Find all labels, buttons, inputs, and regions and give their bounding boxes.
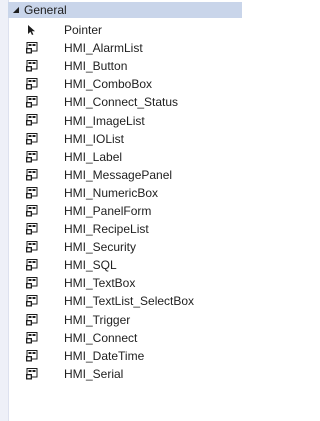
toolbox-item-label: HMI_DateTime <box>64 348 145 363</box>
toolbox-item[interactable]: HMI_Serial <box>8 365 242 383</box>
component-icon <box>25 223 39 235</box>
toolbox-item[interactable]: HMI_Security <box>8 238 242 256</box>
toolbox-item[interactable]: HMI_DateTime <box>8 347 242 365</box>
toolbox-item[interactable]: HMI_ImageList <box>8 111 242 129</box>
component-icon <box>25 313 39 326</box>
toolbox-item[interactable]: HMI_Button <box>8 57 242 75</box>
toolbox-item-label: HMI_RecipeList <box>64 222 149 237</box>
toolbox-item-label: HMI_MessagePanel <box>64 167 173 182</box>
component-icon <box>25 277 39 289</box>
component-icon <box>25 331 39 344</box>
toolbox-item[interactable]: HMI_NumericBox <box>8 184 242 202</box>
toolbox-item-label: HMI_TextList_SelectBox <box>64 294 195 309</box>
toolbox-item-label: HMI_NumericBox <box>64 185 159 200</box>
component-icon <box>25 42 39 54</box>
component-icon <box>25 60 39 72</box>
component-icon <box>25 186 39 199</box>
component-icon <box>25 259 39 271</box>
toolbox-item[interactable]: HMI_TextList_SelectBox <box>8 292 242 310</box>
toolbox-item-label: HMI_Serial <box>64 366 124 381</box>
component-icon <box>25 96 39 108</box>
group-label: General <box>24 3 67 17</box>
toolbox-item[interactable]: HMI_RecipeList <box>8 220 242 238</box>
toolbox-item[interactable]: HMI_MessagePanel <box>8 166 242 184</box>
component-icon <box>25 78 39 90</box>
toolbox-item-label: HMI_SQL <box>64 258 117 273</box>
component-icon <box>25 168 39 181</box>
component-icon <box>25 349 39 362</box>
toolbox-item-label: HMI_Security <box>64 240 137 255</box>
component-icon <box>25 295 39 307</box>
toolbox-item-label: HMI_Connect_Status <box>64 95 179 110</box>
toolbox-item-label: HMI_TextBox <box>64 276 136 291</box>
toolbox-item-label: HMI_Trigger <box>64 312 131 327</box>
component-icon <box>25 150 39 163</box>
pointer-icon <box>25 24 39 36</box>
toolbox-item-label: HMI_ImageList <box>64 113 145 128</box>
toolbox-item-label: HMI_IOList <box>64 131 125 146</box>
toolbox-item[interactable]: HMI_TextBox <box>8 274 242 292</box>
toolbox-item[interactable]: HMI_Connect <box>8 329 242 347</box>
toolbox-panel: ◢ General Pointer HMI_AlarmList HMI_Button… <box>0 0 242 421</box>
toolbox-item[interactable]: HMI_Trigger <box>8 311 242 329</box>
toolbox-item-label: HMI_ComboBox <box>64 77 153 92</box>
toolbox-item[interactable]: HMI_IOList <box>8 130 242 148</box>
group-header-general[interactable]: ◢ General <box>8 2 242 18</box>
toolbox-item-label: HMI_Button <box>64 59 128 74</box>
toolbox-item[interactable]: Pointer <box>8 21 242 39</box>
component-icon <box>25 204 39 217</box>
component-icon <box>25 132 39 145</box>
toolbox-item-label: Pointer <box>64 23 103 38</box>
component-icon <box>25 367 39 380</box>
toolbox-item[interactable]: HMI_ComboBox <box>8 75 242 93</box>
toolbox-item[interactable]: HMI_Connect_Status <box>8 93 242 111</box>
toolbox-item-label: HMI_Connect <box>64 330 138 345</box>
toolbox-item-label: HMI_AlarmList <box>64 41 143 56</box>
component-icon <box>25 114 39 126</box>
collapse-triangle-icon[interactable]: ◢ <box>8 2 24 18</box>
toolbox-item-label: HMI_PanelForm <box>64 203 152 218</box>
component-icon <box>25 241 39 253</box>
toolbox-item[interactable]: HMI_AlarmList <box>8 39 242 57</box>
toolbox-item[interactable]: HMI_PanelForm <box>8 202 242 220</box>
toolbox-item[interactable]: HMI_Label <box>8 148 242 166</box>
toolbox-item[interactable]: HMI_SQL <box>8 256 242 274</box>
toolbox-item-list: Pointer HMI_AlarmList HMI_Button HMI_ComboB… <box>8 21 242 383</box>
toolbox-item-label: HMI_Label <box>64 149 123 164</box>
